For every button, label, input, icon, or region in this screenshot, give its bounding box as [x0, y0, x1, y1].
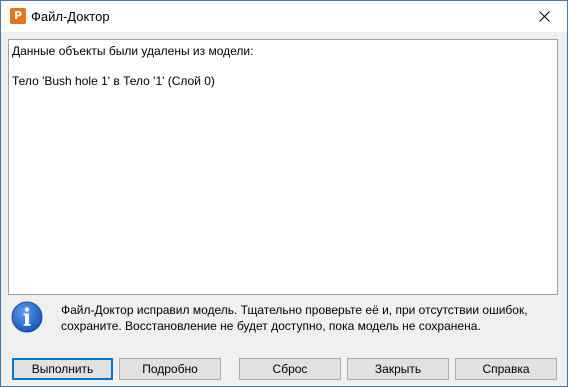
reset-button[interactable]: Сброс [239, 358, 341, 380]
app-logo-letter: P [13, 9, 23, 22]
app-logo-icon: P [10, 8, 26, 24]
title-bar: P Файл-Доктор [1, 1, 567, 32]
info-icon [11, 301, 43, 333]
status-message: Файл-Доктор исправил модель. Тщательно п… [61, 303, 528, 333]
close-window-button[interactable] [521, 1, 567, 32]
log-line: Тело 'Bush hole 1' в Тело '1' (Слой 0) [12, 74, 215, 88]
log-textbox[interactable]: Данные объекты были удалены из модели: Т… [8, 39, 558, 295]
execute-button[interactable]: Выполнить [12, 358, 113, 380]
window-title: Файл-Доктор [31, 9, 110, 24]
help-button[interactable]: Справка [455, 358, 557, 380]
close-button[interactable]: Закрыть [347, 358, 449, 380]
log-line: Данные объекты были удалены из модели: [12, 44, 254, 58]
file-doctor-dialog: P Файл-Доктор Данные объекты были удален… [0, 0, 568, 387]
details-button[interactable]: Подробно [119, 358, 221, 380]
close-icon [538, 11, 550, 22]
